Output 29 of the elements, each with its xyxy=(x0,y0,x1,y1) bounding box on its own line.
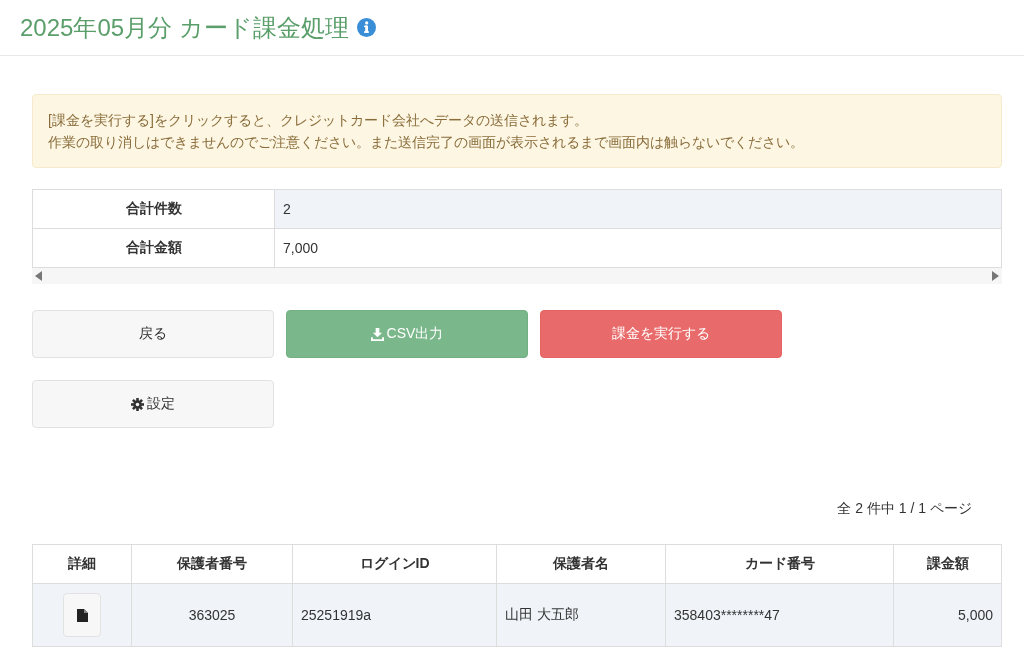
column-header: ログインID xyxy=(292,544,497,584)
table-cell: 363025 xyxy=(131,583,293,647)
column-header: 保護者名 xyxy=(496,544,666,584)
page-title: 2025年05月分 カード課金処理 xyxy=(20,12,349,43)
column-header: 詳細 xyxy=(32,544,132,584)
summary-label: 合計件数 xyxy=(32,189,275,229)
scroll-left-icon[interactable] xyxy=(35,271,43,281)
document-icon xyxy=(76,608,88,622)
table-cell: 5,000 xyxy=(893,583,1002,647)
column-header: 保護者番号 xyxy=(131,544,293,584)
column-header: 課金額 xyxy=(893,544,1002,584)
horizontal-scrollbar[interactable] xyxy=(32,268,1002,284)
alert-text: [課金を実行する]をクリックすると、クレジットカード会社へデータの送信されます。 xyxy=(48,111,589,130)
table-cell: 25251919a xyxy=(292,583,497,647)
scroll-right-icon[interactable] xyxy=(991,271,999,281)
gear-icon xyxy=(131,397,144,411)
summary-value: 7,000 xyxy=(274,228,1002,268)
summary-value: 2 xyxy=(274,189,1002,229)
settings-button[interactable]: 設定 xyxy=(32,380,274,428)
pagination-info: 全 2 件中 1 / 1 ページ xyxy=(836,500,973,518)
column-header: カード番号 xyxy=(665,544,894,584)
summary-label: 合計金額 xyxy=(32,228,275,268)
info-icon[interactable] xyxy=(356,18,376,37)
table-cell: 358403********47 xyxy=(665,583,894,647)
detail-button[interactable] xyxy=(63,593,101,637)
table-cell: 山田 大五郎 xyxy=(496,583,666,647)
back-button[interactable]: 戻る xyxy=(32,310,274,358)
download-icon xyxy=(370,327,384,341)
alert-text: 作業の取り消しはできませんのでご注意ください。また送信完了の画面が表示されるまで画面内は触らないでください。 xyxy=(48,133,805,152)
